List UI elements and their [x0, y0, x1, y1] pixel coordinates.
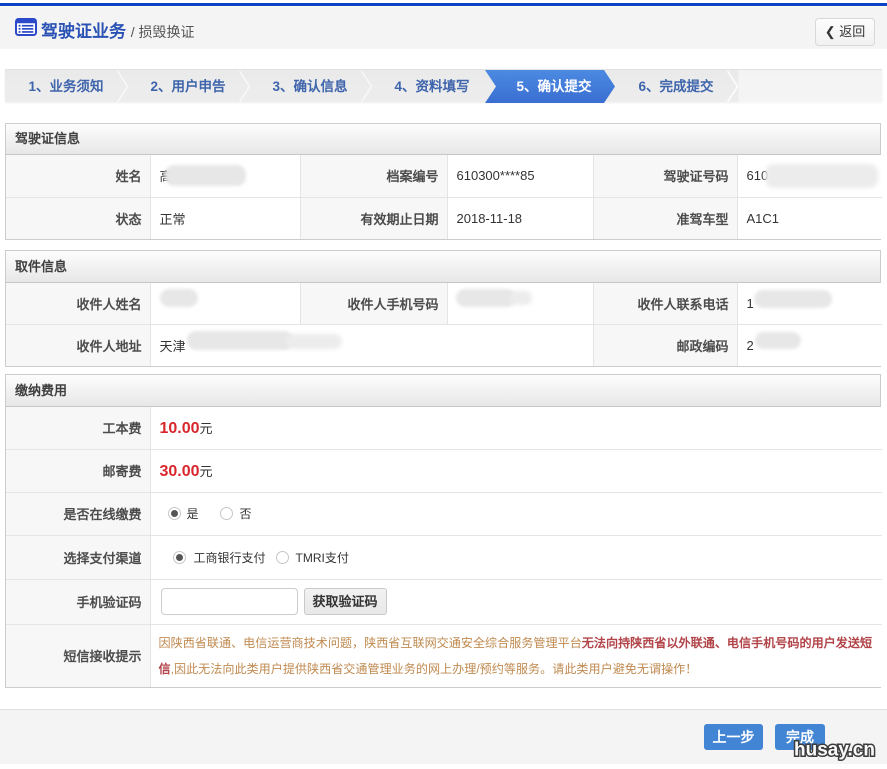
svg-text:husay.cn: husay.cn: [794, 740, 875, 761]
